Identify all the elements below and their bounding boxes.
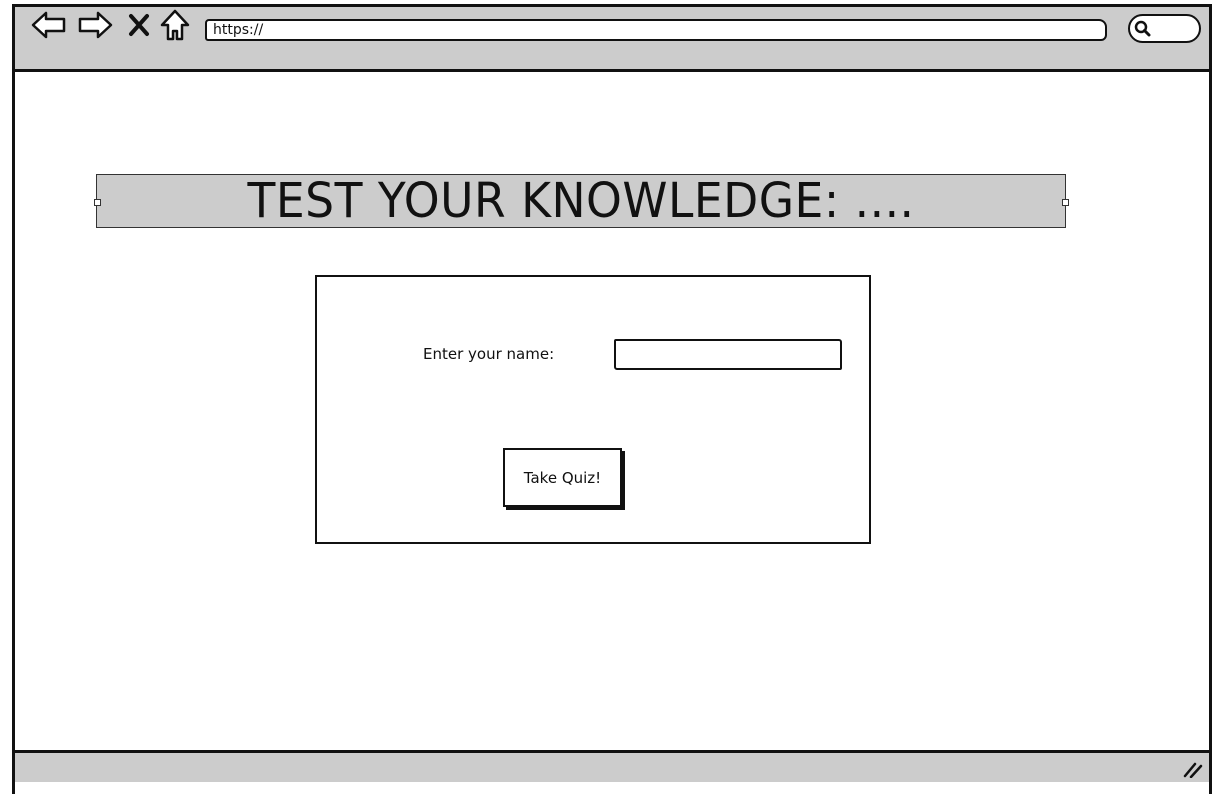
back-arrow-icon bbox=[31, 11, 66, 39]
browser-statusbar bbox=[12, 750, 1212, 782]
home-button[interactable] bbox=[155, 7, 195, 43]
close-icon bbox=[129, 14, 149, 36]
quiz-start-form: Enter your name: Take Quiz! bbox=[315, 275, 871, 544]
selection-handle-left bbox=[94, 199, 101, 206]
selection-handle-right bbox=[1062, 199, 1069, 206]
take-quiz-button[interactable]: Take Quiz! bbox=[503, 448, 622, 507]
forward-arrow-icon bbox=[78, 11, 113, 39]
browser-search-box[interactable] bbox=[1128, 14, 1201, 43]
page-title-banner: TEST YOUR KNOWLEDGE: .... bbox=[94, 173, 1069, 229]
search-icon bbox=[1134, 20, 1151, 37]
browser-toolbar: https:// bbox=[15, 7, 1209, 72]
stop-button[interactable] bbox=[119, 7, 159, 43]
resize-grip-icon[interactable] bbox=[1183, 762, 1203, 778]
address-bar[interactable]: https:// bbox=[205, 19, 1107, 41]
name-input[interactable] bbox=[614, 339, 842, 370]
forward-button[interactable] bbox=[75, 7, 115, 43]
page-title: TEST YOUR KNOWLEDGE: .... bbox=[247, 173, 915, 229]
name-label: Enter your name: bbox=[423, 345, 555, 363]
home-icon bbox=[160, 9, 190, 41]
back-button[interactable] bbox=[29, 7, 69, 43]
